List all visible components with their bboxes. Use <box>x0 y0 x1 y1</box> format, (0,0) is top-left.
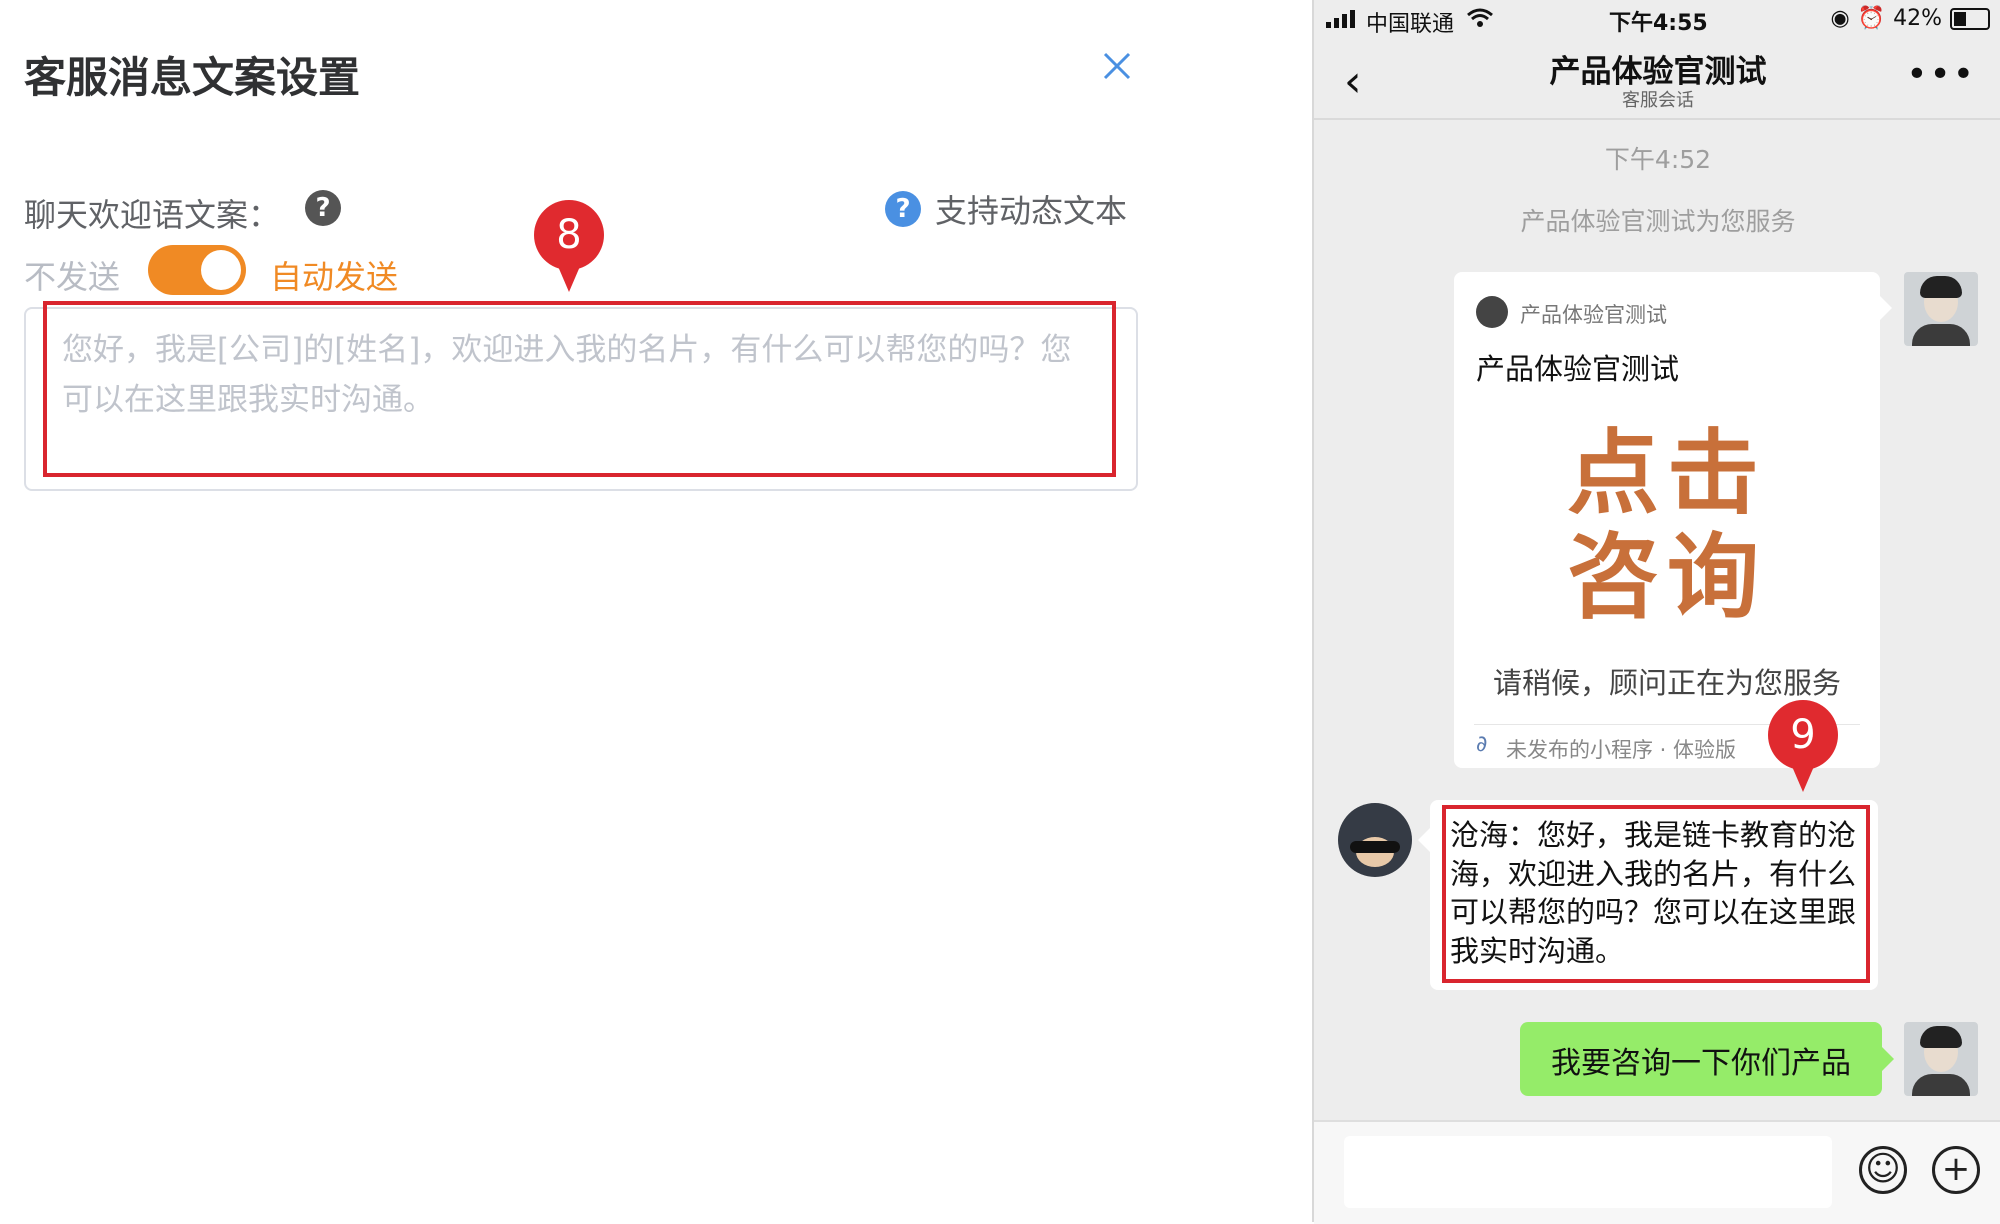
mini-program-banner: 点击 咨询 <box>1454 422 1880 630</box>
mini-program-card[interactable]: 产品体验官测试 产品体验官测试 点击 咨询 请稍候，顾问正在为您服务 ∂ 未发布… <box>1454 272 1892 768</box>
status-bar: 中国联通 下午4:55 ◉ ⏰ 42% <box>1314 0 2000 37</box>
marker-number: 9 <box>1768 700 1838 770</box>
toggle-off-label: 不发送 <box>24 258 121 296</box>
greeting-label: 聊天欢迎语文案： <box>24 196 281 234</box>
question-icon: ? <box>885 191 921 227</box>
message-input[interactable] <box>1344 1136 1832 1208</box>
status-time: 下午4:55 <box>1609 11 1708 36</box>
mini-program-wait-text: 请稍候，顾问正在为您服务 <box>1492 666 1841 700</box>
mini-program-footer: 未发布的小程序 · 体验版 <box>1506 738 1737 762</box>
chat-timestamp: 下午4:52 <box>1604 145 1712 174</box>
highlight-box-9 <box>1442 805 1870 983</box>
user-avatar[interactable] <box>1904 1022 1978 1096</box>
wechat-chat-screen: 中国联通 下午4:55 ◉ ⏰ 42% ‹ 产品体验官测试 客服会话 ••• 下… <box>1312 0 2000 1224</box>
chat-input-bar: ☺ + <box>1314 1120 2000 1224</box>
more-options-icon[interactable]: ••• <box>1906 54 1976 95</box>
marker-pin-9: 9 <box>1768 700 1838 792</box>
highlight-box-8 <box>43 301 1116 477</box>
dynamic-text-help[interactable]: ? 支持动态文本 <box>885 189 1128 230</box>
outgoing-message-bubble[interactable]: 我要咨询一下你们产品 <box>1520 1022 1894 1096</box>
auto-send-toggle[interactable] <box>148 245 246 295</box>
signal-icon <box>1326 10 1355 28</box>
toggle-on-label: 自动发送 <box>270 258 399 296</box>
system-notice: 产品体验官测试为您服务 <box>1520 207 1796 236</box>
user-avatar[interactable] <box>1904 272 1978 346</box>
mini-program-title: 产品体验官测试 <box>1476 352 1680 386</box>
marker-pin-8: 8 <box>534 200 604 292</box>
close-icon[interactable] <box>1097 46 1137 86</box>
chat-subtitle: 客服会话 <box>1622 90 1694 111</box>
panel-title: 客服消息文案设置 <box>24 53 361 102</box>
mini-program-logo-icon <box>1476 296 1508 328</box>
marker-number: 8 <box>534 200 604 270</box>
mini-program-name: 产品体验官测试 <box>1520 303 1667 327</box>
rotation-lock-icon: ◉ <box>1830 6 1850 31</box>
plus-icon[interactable]: + <box>1932 1146 1980 1194</box>
emoji-icon[interactable]: ☺ <box>1859 1146 1907 1194</box>
banner-line-1: 点击 <box>1566 420 1767 527</box>
mini-program-link-icon: ∂ <box>1476 732 1488 757</box>
battery-percent: 42% <box>1893 6 1942 31</box>
status-right: ◉ ⏰ 42% <box>1830 6 1990 31</box>
chat-nav-bar: ‹ 产品体验官测试 客服会话 ••• <box>1314 36 2000 120</box>
alarm-icon: ⏰ <box>1857 6 1886 31</box>
wifi-icon <box>1467 8 1493 27</box>
banner-line-2: 咨询 <box>1566 524 1767 631</box>
toggle-knob <box>201 250 241 290</box>
dynamic-text-label: 支持动态文本 <box>935 192 1128 230</box>
help-icon[interactable]: ? <box>305 190 341 226</box>
outgoing-message-text: 我要咨询一下你们产品 <box>1551 1046 1851 1081</box>
battery-icon <box>1950 7 1990 30</box>
carrier-name: 中国联通 <box>1366 12 1455 37</box>
message-settings-panel: 客服消息文案设置 聊天欢迎语文案： ? ? 支持动态文本 不发送 自动发送 您好… <box>0 0 1310 1222</box>
agent-avatar[interactable] <box>1338 803 1412 877</box>
chat-title: 产品体验官测试 <box>1549 54 1767 90</box>
